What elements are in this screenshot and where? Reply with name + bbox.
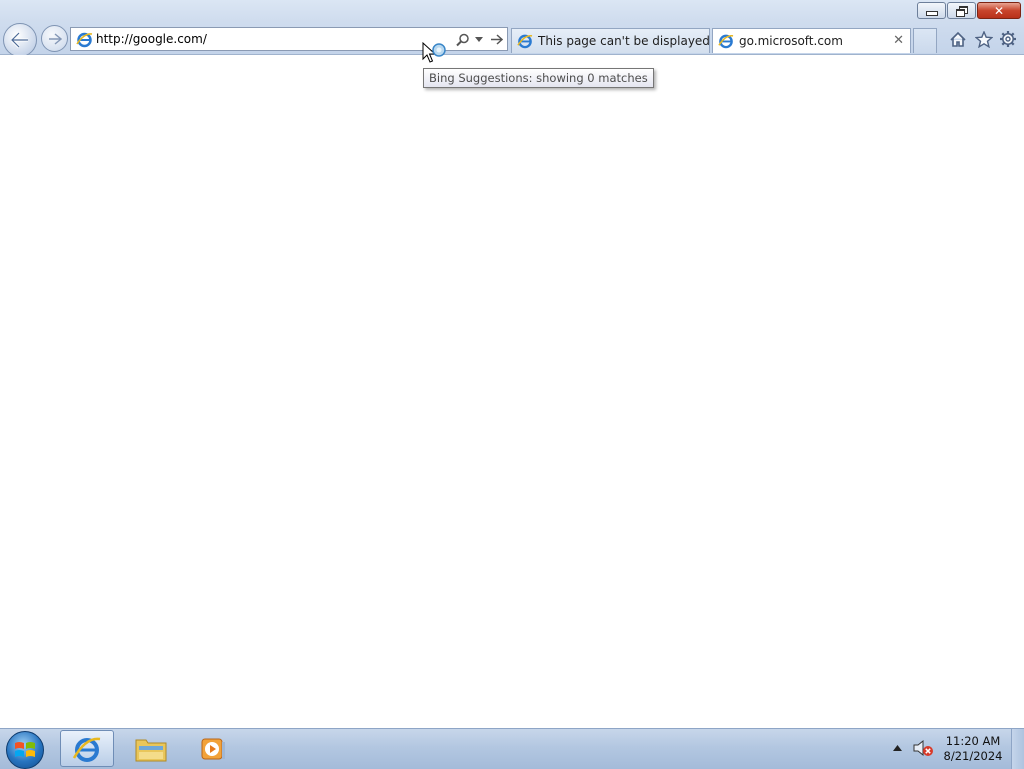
taskbar-windows-media-player[interactable] xyxy=(186,730,240,767)
restore-icon xyxy=(955,5,968,17)
address-input[interactable] xyxy=(96,30,446,48)
chevron-down-icon[interactable] xyxy=(473,31,485,48)
start-button[interactable] xyxy=(6,731,44,769)
clock-time: 11:20 AM xyxy=(945,734,1001,748)
tab-go-microsoft[interactable]: go.microsoft.com ✕ xyxy=(712,28,911,53)
go-arrow-icon[interactable] xyxy=(487,31,505,48)
close-button[interactable]: ✕ xyxy=(977,2,1021,19)
show-hidden-icons-arrow-icon[interactable] xyxy=(893,745,902,751)
close-tab-icon[interactable]: ✕ xyxy=(893,33,904,48)
gear-icon[interactable] xyxy=(998,29,1018,49)
ie-page-icon xyxy=(718,34,734,49)
forward-button[interactable] xyxy=(41,25,68,52)
taskbar-windows-explorer[interactable] xyxy=(124,730,178,767)
bing-suggestions-tooltip: Bing Suggestions: showing 0 matches xyxy=(423,68,654,88)
minimize-icon xyxy=(925,11,938,16)
busy-cursor-icon xyxy=(422,42,446,63)
close-icon: ✕ xyxy=(993,3,1005,18)
media-player-icon xyxy=(201,738,225,759)
internet-explorer-icon xyxy=(72,737,101,762)
tab-page-cant-be-displayed[interactable]: This page can't be displayed xyxy=(511,28,710,53)
tab-label: go.microsoft.com xyxy=(739,34,843,48)
windows-logo-icon xyxy=(15,742,35,757)
ie-page-icon xyxy=(517,34,533,49)
back-arrow-icon xyxy=(11,32,28,48)
home-icon[interactable] xyxy=(948,29,968,49)
forward-arrow-icon xyxy=(48,32,62,45)
clock-date: 8/21/2024 xyxy=(943,749,1003,763)
favorites-star-icon[interactable] xyxy=(974,29,994,49)
page-content-area[interactable] xyxy=(0,55,1024,728)
window-caption-buttons: ✕ xyxy=(917,2,1021,19)
tab-label: This page can't be displayed xyxy=(538,34,709,48)
minimize-button[interactable] xyxy=(917,2,946,19)
back-button[interactable] xyxy=(3,23,37,57)
new-tab-button[interactable] xyxy=(913,28,937,53)
browser-titlebar: ✕ This pag xyxy=(0,0,1024,57)
volume-muted-icon[interactable] xyxy=(912,739,934,757)
search-icon[interactable] xyxy=(455,31,471,48)
taskbar-clock[interactable]: 11:20 AM 8/21/2024 xyxy=(940,734,1006,764)
ie-page-icon xyxy=(76,32,93,48)
taskbar: 11:20 AM 8/21/2024 xyxy=(0,728,1024,769)
show-desktop-button[interactable] xyxy=(1011,729,1024,769)
taskbar-internet-explorer[interactable] xyxy=(60,730,114,767)
folder-icon xyxy=(135,739,167,761)
restore-button[interactable] xyxy=(947,2,976,19)
